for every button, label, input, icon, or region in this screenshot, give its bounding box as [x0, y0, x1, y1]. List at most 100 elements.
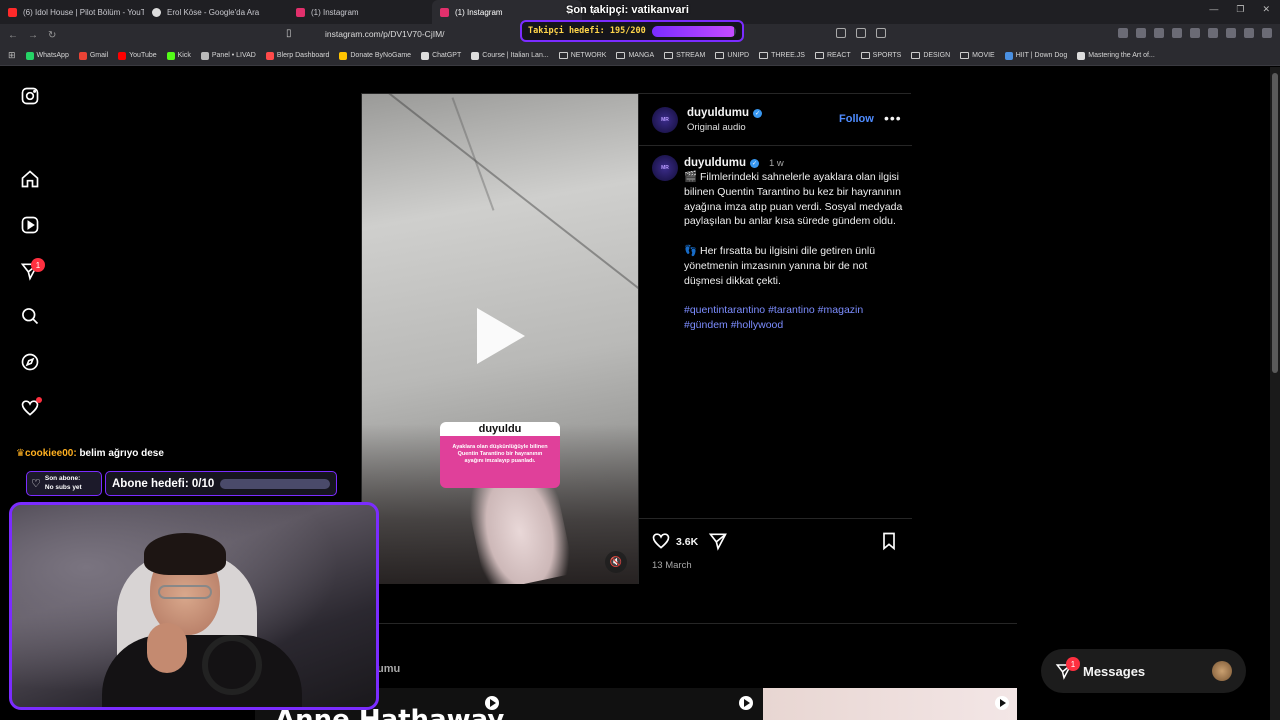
avatar[interactable]: MR: [652, 107, 678, 133]
page-scrollbar[interactable]: [1270, 67, 1280, 720]
apps-grid-icon[interactable]: ⊞: [8, 50, 16, 61]
bookmark-item[interactable]: ChatGPT: [421, 51, 462, 60]
heart-icon[interactable]: [19, 397, 42, 419]
extension-icon[interactable]: [1226, 28, 1236, 38]
bookmark-item[interactable]: SPORTS: [860, 52, 902, 59]
related-post-thumbnail[interactable]: [509, 688, 763, 720]
search-icon[interactable]: [19, 305, 41, 327]
google-favicon-icon: [152, 7, 161, 17]
sticker-text: Ayaklara olan düşkünlüğüyle bilinen Quen…: [440, 436, 560, 488]
extension-icon[interactable]: [1208, 28, 1218, 38]
folder-icon: [715, 52, 725, 59]
streamer-hand: [147, 623, 187, 673]
follower-goal-label: Takipçi hedefi: 195/200: [528, 26, 646, 36]
bookmark-item[interactable]: Blerp Dashboard: [265, 51, 329, 60]
bookmark-item[interactable]: NETWORK: [558, 52, 606, 59]
bookmark-item[interactable]: REACT: [814, 52, 851, 59]
extension-icon[interactable]: [1244, 28, 1254, 38]
tab-title: (1) Instagram: [311, 7, 359, 17]
extension-icon[interactable]: [1154, 28, 1164, 38]
bookmark-label: ChatGPT: [432, 52, 462, 59]
cast-icon[interactable]: [836, 28, 846, 38]
caption-avatar[interactable]: MR: [652, 155, 678, 181]
bookmark-item[interactable]: Panel • LIVAD: [200, 51, 256, 60]
reels-icon[interactable]: [19, 214, 41, 236]
tab-title: (1) Instagram: [455, 7, 503, 17]
browser-tab[interactable]: Erol Köse - Google'da Ara: [144, 0, 288, 24]
minimize-icon[interactable]: —: [1209, 4, 1218, 15]
bookmark-item[interactable]: Mastering the Art of...: [1077, 51, 1155, 60]
follow-button[interactable]: Follow: [839, 113, 874, 125]
bookmark-item[interactable]: Kick: [166, 51, 191, 60]
bookmark-item[interactable]: DESIGN: [911, 52, 950, 59]
bookmark-label: Donate ByNoGame: [350, 52, 412, 59]
caption-username[interactable]: duyuldumu ✓ 1 w: [684, 157, 784, 169]
related-post-thumbnail[interactable]: [763, 688, 1017, 720]
close-window-icon[interactable]: ✕: [1262, 4, 1270, 15]
share-icon[interactable]: [708, 531, 728, 551]
hashtags[interactable]: #quentintarantino #tarantino #magazin #g…: [684, 303, 904, 333]
browser-tab[interactable]: (1) Instagram: [288, 0, 432, 24]
save-icon[interactable]: [879, 531, 899, 551]
post-side-panel: MR duyuldumu ✓ Original audio Follow •••…: [638, 94, 912, 584]
bookmark-label: STREAM: [676, 52, 706, 59]
more-options-icon[interactable]: •••: [884, 110, 902, 126]
avatar: [1212, 661, 1232, 681]
messages-button[interactable]: 1 Messages: [1041, 649, 1246, 693]
post-username[interactable]: duyuldumu ✓: [687, 107, 762, 119]
bookmark-item[interactable]: YouTube: [118, 51, 157, 60]
bookmark-item[interactable]: Donate ByNoGame: [339, 51, 412, 60]
mute-icon[interactable]: 🔇: [605, 551, 627, 573]
browser-tab[interactable]: (6) Idol House | Pilot Bölüm - YouTub: [0, 0, 144, 24]
bookmark-label: Panel • LIVAD: [211, 52, 256, 59]
forward-icon[interactable]: →: [28, 30, 42, 41]
bookmark-item[interactable]: WhatsApp: [25, 51, 69, 60]
restore-icon[interactable]: ❐: [1236, 4, 1244, 15]
bookmark-label: Course | Italian Lan...: [482, 52, 549, 59]
window-controls: — ❐ ✕: [1209, 4, 1270, 15]
back-icon[interactable]: ←: [8, 30, 22, 41]
activity-dot: [36, 397, 42, 403]
menu-icon[interactable]: [1262, 28, 1272, 38]
bookmark-item[interactable]: HIIT | Down Dog: [1004, 51, 1067, 60]
url-field[interactable]: instagram.com/p/DV1V70-CjIM/: [325, 29, 445, 39]
reel-video[interactable]: duyuldu Ayaklara olan düşkünlüğüyle bili…: [362, 94, 638, 584]
bookmark-favicon-icon: [1077, 51, 1086, 60]
streamer-hair: [144, 533, 226, 575]
bookmark-label: Gmail: [89, 52, 109, 59]
extension-icon[interactable]: [1190, 28, 1200, 38]
like-count[interactable]: 3.6K: [676, 536, 698, 548]
headset: [202, 635, 262, 695]
like-icon[interactable]: [651, 531, 671, 551]
webcam-feed: [9, 502, 379, 710]
home-icon[interactable]: [19, 168, 41, 190]
folder-icon: [814, 52, 824, 59]
extension-icon[interactable]: [1118, 28, 1128, 38]
extension-icon[interactable]: [1136, 28, 1146, 38]
bookmark-item[interactable]: Course | Italian Lan...: [471, 51, 549, 60]
play-icon[interactable]: [477, 308, 525, 364]
scrollbar-thumb[interactable]: [1272, 73, 1278, 373]
bookmark-item[interactable]: THREE.JS: [759, 52, 805, 59]
reload-icon[interactable]: ↻: [48, 30, 62, 41]
folder-icon: [960, 52, 970, 59]
bookmark-page-icon[interactable]: ▯: [286, 28, 292, 39]
bookmark-item[interactable]: Gmail: [78, 51, 109, 60]
explore-icon[interactable]: [19, 351, 41, 373]
youtube-favicon-icon: [8, 7, 17, 17]
zoom-icon[interactable]: [856, 28, 866, 38]
bookmark-item[interactable]: MANGA: [616, 52, 654, 59]
star-icon[interactable]: [876, 28, 886, 38]
video-frame-detail: [381, 94, 638, 323]
bookmark-item[interactable]: MOVIE: [960, 52, 995, 59]
audio-label[interactable]: Original audio: [687, 122, 746, 133]
divider: [361, 623, 1017, 624]
last-follower-label: Son takipçi: vatikanvari: [566, 4, 689, 16]
extension-icon[interactable]: [1172, 28, 1182, 38]
bookmark-item[interactable]: UNIPD: [715, 52, 749, 59]
chat-username: cookiee00:: [24, 448, 77, 459]
instagram-logo-icon[interactable]: [19, 85, 41, 107]
bookmark-label: SPORTS: [872, 52, 902, 59]
bookmark-item[interactable]: STREAM: [664, 52, 705, 59]
post-modal: duyuldu Ayaklara olan düşkünlüğüyle bili…: [361, 93, 912, 584]
